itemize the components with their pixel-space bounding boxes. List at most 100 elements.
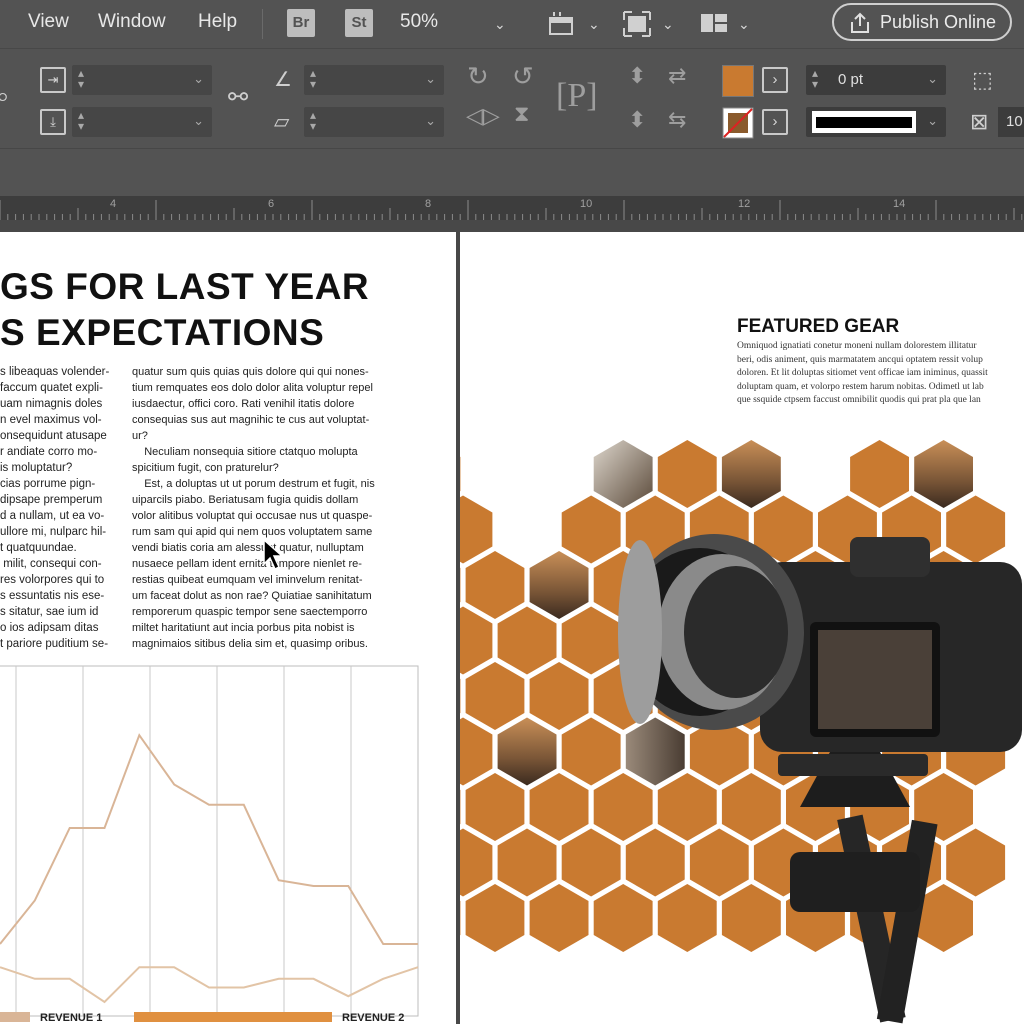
select-content-icon[interactable]: ⬍: [628, 107, 646, 133]
select-previous-icon[interactable]: ⇄: [668, 63, 686, 89]
fit-screen-icon[interactable]: [622, 10, 652, 38]
zoom-level[interactable]: 50%: [400, 11, 438, 33]
rotate-counterclockwise-icon[interactable]: ↺: [512, 61, 534, 92]
menu-window[interactable]: Window: [98, 11, 166, 33]
menu-divider: [262, 9, 263, 39]
hexagon-photo: [497, 717, 557, 786]
stroke-type-preview: [812, 111, 916, 133]
ruler-label: 4: [110, 198, 117, 210]
frame-fitting-icon[interactable]: ⬚: [972, 67, 993, 93]
bridge-button[interactable]: Br: [287, 9, 315, 37]
fill-swatch[interactable]: [722, 65, 754, 97]
hexagon-tile: [593, 773, 653, 841]
zoom-tool-icon[interactable]: ⌕: [0, 83, 9, 111]
hexagon-photo: [529, 551, 589, 619]
shear-angle-field[interactable]: ▴ ▾ ⌄: [304, 107, 444, 137]
stroke-menu-button[interactable]: ›: [762, 109, 788, 135]
headline-line-1[interactable]: GS FOR LAST YEAR: [0, 266, 369, 308]
hexagon-tile: [946, 828, 1006, 897]
ruler-label: 10: [580, 198, 593, 210]
arrange-documents-icon[interactable]: [700, 12, 730, 34]
hexagon-photo: [593, 440, 653, 508]
scale-icon[interactable]: ⊠: [970, 109, 988, 135]
path-icon[interactable]: [P]: [556, 77, 598, 115]
chart-lines: [0, 733, 419, 1004]
menu-help[interactable]: Help: [198, 11, 237, 33]
publish-online-label: Publish Online: [880, 12, 997, 32]
chevron-down-icon: ⌄: [927, 113, 938, 128]
chevron-down-icon[interactable]: ⌄: [494, 16, 506, 33]
hexagon-tile: [460, 717, 493, 786]
hexagon-tile: [460, 828, 493, 897]
fill-menu-button[interactable]: ›: [762, 67, 788, 93]
hexagon-photo: [625, 717, 685, 786]
menu-view[interactable]: View: [28, 11, 69, 33]
select-container-icon[interactable]: ⬍: [628, 63, 646, 89]
hexagon-tile: [497, 828, 557, 897]
hexagon-tile: [657, 440, 717, 508]
space-before-field[interactable]: ▴ ▾ ⌄: [72, 65, 212, 95]
chevron-down-icon[interactable]: ⌄: [662, 16, 674, 33]
legend-label-2: REVENUE 2: [342, 1012, 405, 1024]
hexagon-tile: [465, 662, 525, 730]
stroke-weight-value: 0 pt: [838, 71, 864, 88]
flip-vertical-icon[interactable]: ⧗: [514, 101, 529, 127]
chevron-down-icon[interactable]: ⌄: [588, 16, 600, 33]
screen-mode-icon[interactable]: [546, 10, 580, 38]
ruler-label: 6: [268, 198, 275, 210]
hexagon-tile: [625, 828, 685, 897]
rotate-clockwise-icon[interactable]: ↻: [467, 61, 489, 92]
space-before-icon: ⇥: [40, 67, 66, 93]
chart-series-1: [0, 733, 418, 945]
flip-horizontal-icon[interactable]: ◁▷: [466, 103, 500, 129]
ruler-label: 8: [425, 198, 432, 210]
stock-button[interactable]: St: [345, 9, 373, 37]
hexagon-tile: [561, 717, 621, 786]
hexagon-tile: [497, 606, 557, 675]
hexagon-tile: [561, 495, 621, 564]
hexagon-tile: [721, 884, 781, 952]
hexagon-tile: [529, 884, 589, 952]
page-right[interactable]: FEATURED GEAR Omniquod ignatiati conetur…: [460, 232, 1024, 1024]
hexagon-tile: [465, 551, 525, 619]
menu-bar: View Window Help Br St 50% ⌄ ⌄ ⌄ ⌄ Publi…: [0, 0, 1024, 48]
page-left[interactable]: GS FOR LAST YEAR S EXPECTATIONS s libeaq…: [0, 232, 456, 1024]
chevron-down-icon[interactable]: ⌄: [738, 16, 750, 33]
hexagon-photo: [721, 440, 781, 508]
hexagon-tile: [561, 828, 621, 897]
legend-label-1: REVENUE 1: [40, 1012, 103, 1024]
hexagon-tile: [593, 884, 653, 952]
hexagon-tile: [465, 773, 525, 841]
hexagon-tile: [657, 884, 717, 952]
stroke-weight-field[interactable]: ▴ ▾ 0 pt ⌄: [806, 65, 946, 95]
legend-swatch-1: [0, 1012, 30, 1022]
scale-value: 10: [1006, 113, 1023, 130]
stroke-type-dropdown[interactable]: ⌄: [806, 107, 946, 137]
horizontal-ruler[interactable]: 4 6 8 10 12 14: [0, 196, 1024, 221]
ruler-ticks: [0, 200, 1023, 220]
constrain-link-icon[interactable]: ⚯: [228, 83, 248, 112]
panel-strip: [0, 148, 1024, 197]
scale-field[interactable]: 10: [998, 107, 1024, 137]
share-icon: [851, 12, 869, 33]
hexagon-photo: [914, 440, 973, 508]
hexagon-tile: [465, 884, 525, 952]
hexagon-tile: [460, 495, 493, 564]
body-column-2[interactable]: quatur sum quis quias quis dolore qui qu…: [132, 364, 422, 652]
fill-color-chip: [723, 66, 753, 96]
space-after-field[interactable]: ▴ ▾ ⌄: [72, 107, 212, 137]
select-next-icon[interactable]: ⇆: [668, 107, 686, 133]
ruler-label: 12: [738, 198, 751, 210]
rotation-angle-field[interactable]: ▴ ▾ ⌄: [304, 65, 444, 95]
publish-online-button[interactable]: Publish Online: [832, 3, 1012, 41]
headline-line-2[interactable]: S EXPECTATIONS: [0, 312, 324, 354]
revenue-chart[interactable]: [0, 664, 456, 1024]
feature-body-text[interactable]: Omniquod ignatiati conetur moneni nullam…: [737, 340, 988, 408]
body-column-1[interactable]: s libeaquas volender- faccum quatet expl…: [0, 364, 120, 652]
hexagon-tile: [721, 773, 781, 841]
hexagon-tile: [689, 828, 749, 897]
hexagon-tile: [657, 773, 717, 841]
space-after-icon: ⤓: [40, 109, 66, 135]
mouse-cursor-icon: [263, 538, 284, 571]
stroke-swatch[interactable]: [722, 107, 754, 139]
